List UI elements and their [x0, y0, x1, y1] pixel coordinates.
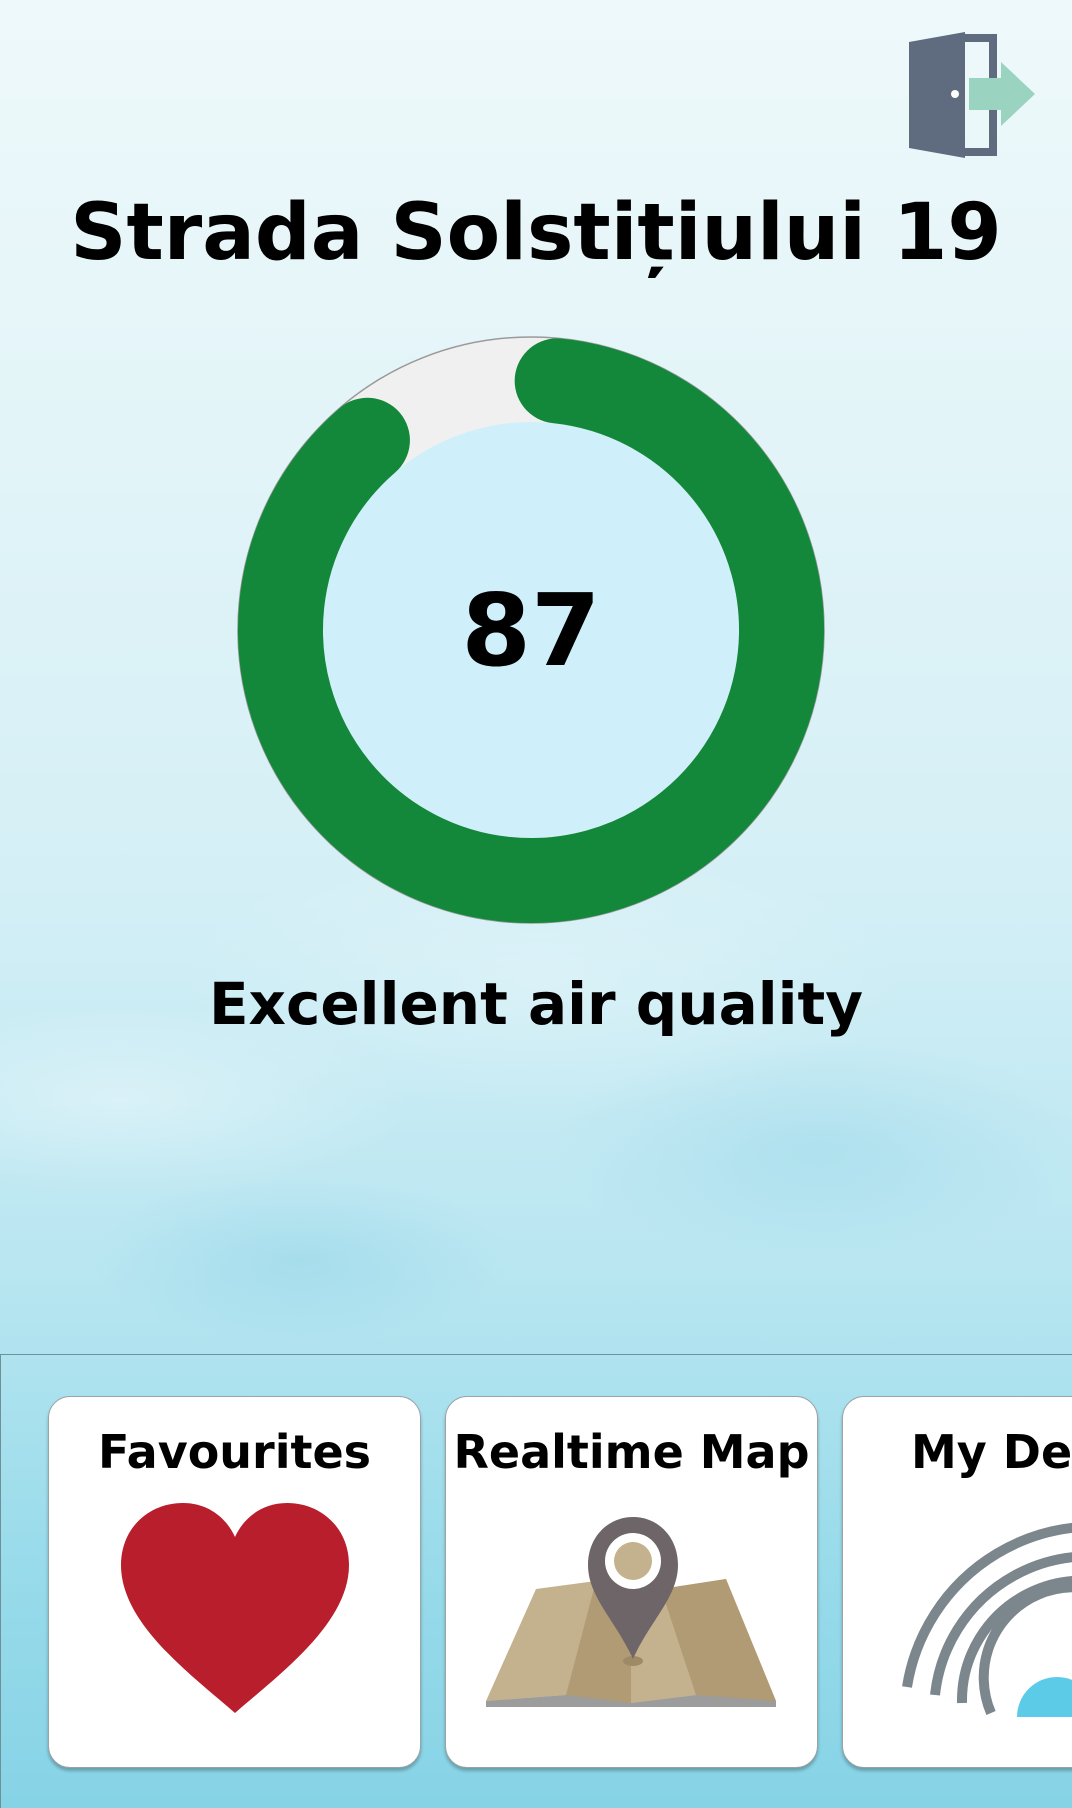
my-devices-card[interactable]: My Dev — [842, 1396, 1072, 1768]
wifi-signal-icon — [902, 1522, 1072, 1717]
realtime-map-label: Realtime Map — [453, 1425, 810, 1479]
logout-door-icon — [909, 32, 1035, 158]
favourites-label: Favourites — [97, 1425, 372, 1479]
air-quality-status: Excellent air quality — [208, 970, 864, 1038]
page-title: Strada Solstițiului 19 — [70, 188, 1002, 278]
heart-icon — [121, 1503, 349, 1713]
realtime-map-card[interactable]: Realtime Map — [445, 1396, 818, 1768]
logout-button[interactable] — [905, 30, 1035, 160]
favourites-card[interactable]: Favourites — [48, 1396, 421, 1768]
map-pin-icon — [486, 1517, 776, 1707]
my-devices-label: My Dev — [911, 1425, 1072, 1479]
air-quality-score: 87 — [461, 571, 601, 689]
bottom-nav: Favourites Realtime Map My Dev — [0, 1354, 1072, 1808]
